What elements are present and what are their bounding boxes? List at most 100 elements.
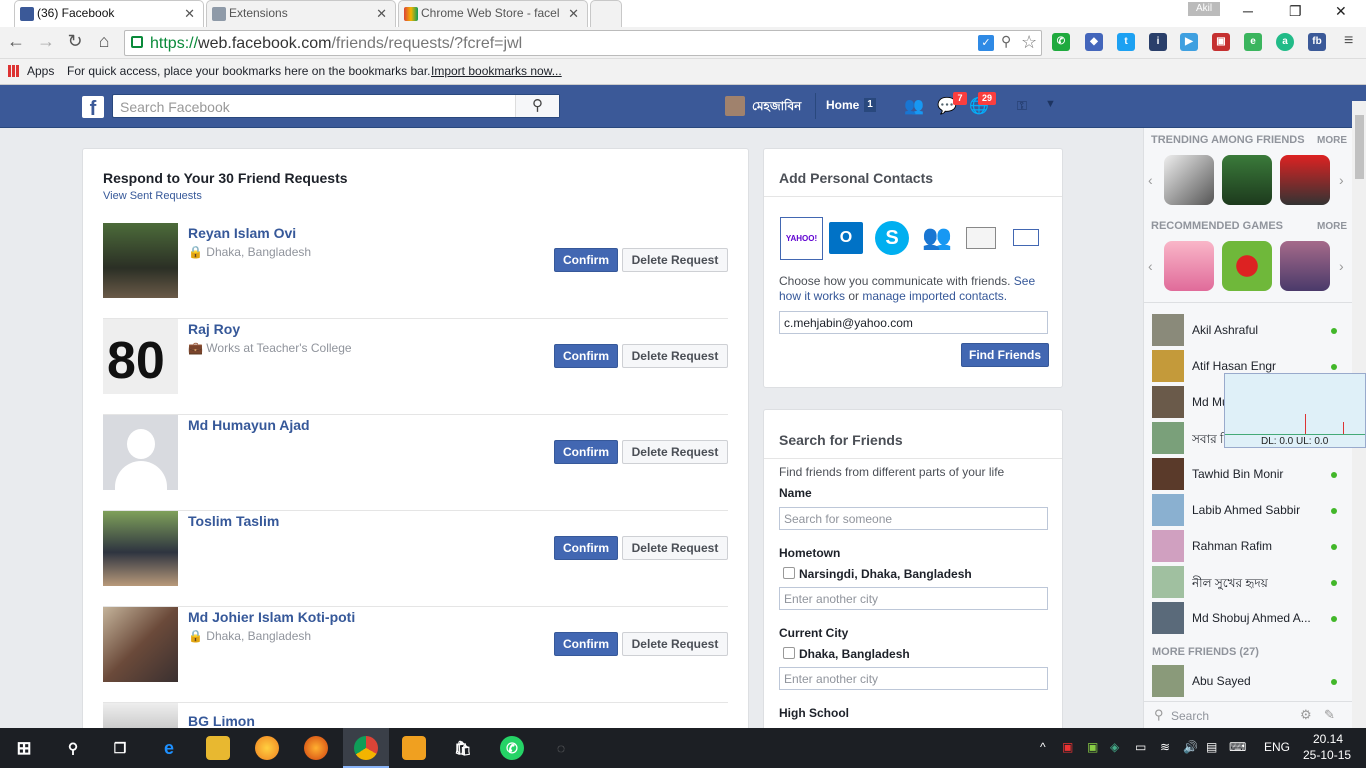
bookmark-star-icon[interactable]: ☆ [1021,32,1037,53]
game-icon[interactable] [1222,155,1272,205]
close-window-icon[interactable]: ✕ [1335,3,1347,20]
contact-card-icon[interactable] [966,227,996,249]
tray-app-icon[interactable]: ◈ [1110,740,1119,754]
friend-requests-icon[interactable]: 👥 [904,96,924,116]
action-center-icon[interactable]: ▤ [1206,740,1217,754]
chat-friend-item[interactable]: Tawhid Bin Monir [1152,456,1352,492]
confirm-button[interactable]: Confirm [554,344,618,368]
delete-request-button[interactable]: Delete Request [622,536,728,560]
requester-name[interactable]: BG Limon [188,713,255,728]
chat-search-bar[interactable]: ⚲ Search ⚙ ✎ [1144,701,1352,728]
home-icon[interactable]: ⌂ [94,31,114,52]
confirm-button[interactable]: Confirm [554,632,618,656]
windows-start-icon[interactable]: ⊞ [12,736,36,760]
search-icon[interactable]: ⚲ [61,736,85,760]
game-icon[interactable] [1222,241,1272,291]
requester-name[interactable]: Reyan Islam Ovi [188,225,296,241]
store-icon[interactable]: 🛍 [451,736,475,760]
new-tab-button[interactable] [590,0,622,27]
name-search-input[interactable]: Search for someone [779,507,1048,530]
clock-date[interactable]: 25-10-15 [1303,748,1351,762]
tray-app-icon[interactable]: ▭ [1135,740,1146,754]
menu-icon[interactable]: ≡ [1344,32,1353,50]
close-tab-icon[interactable]: ✕ [376,6,387,22]
hometown-input[interactable]: Enter another city [779,587,1048,610]
game-icon[interactable] [1164,155,1214,205]
current-city-input[interactable]: Enter another city [779,667,1048,690]
address-bar[interactable]: https://web.facebook.com/friends/request… [124,30,1042,56]
hometown-option[interactable]: Narsingdi, Dhaka, Bangladesh [799,567,972,581]
messenger-icon[interactable]: 👥 [921,222,953,254]
chat-friend-item[interactable]: নীল সুখের হৃদয় [1152,564,1352,600]
app-icon[interactable] [255,736,279,760]
whatsapp-extension-icon[interactable]: ✆ [1052,33,1070,51]
profile-photo[interactable]: 80 [103,319,178,394]
requester-name[interactable]: Md Humayun Ajad [188,417,310,433]
edge-icon[interactable]: e [157,736,181,760]
keyboard-icon[interactable]: ⌨ [1229,740,1246,754]
chat-friend-item[interactable]: Rahman Rafim [1152,528,1352,564]
extension-icon[interactable]: ◆ [1085,33,1103,51]
close-tab-icon[interactable]: ✕ [568,6,579,22]
compose-icon[interactable]: ✎ [1324,707,1335,723]
current-city-checkbox[interactable] [783,647,795,659]
fb-extension-icon[interactable]: fb [1308,33,1326,51]
requester-name[interactable]: Md Johier Islam Koti-poti [188,609,355,625]
task-view-icon[interactable]: ❐ [108,736,132,760]
default-avatar-icon[interactable] [103,415,178,490]
twitter-extension-icon[interactable]: t [1117,33,1135,51]
close-tab-icon[interactable]: ✕ [184,6,195,22]
view-sent-requests-link[interactable]: View Sent Requests [103,190,202,202]
manage-contacts-link[interactable]: manage imported contacts. [862,289,1007,303]
tab-facebook[interactable]: (36) Facebook ✕ [14,0,204,27]
minimize-icon[interactable]: ─ [1243,3,1253,19]
find-friends-button[interactable]: Find Friends [961,343,1049,367]
search-icon[interactable]: ⚲ [515,95,559,117]
chevron-left-icon[interactable]: ‹ [1148,172,1153,188]
chat-search-input[interactable]: Search [1171,709,1209,723]
tray-chevron-icon[interactable]: ^ [1040,740,1046,754]
facebook-logo-icon[interactable]: f [82,96,104,120]
play-extension-icon[interactable]: ▶ [1180,33,1198,51]
extension-icon[interactable]: a [1276,33,1294,51]
forward-icon[interactable]: → [36,31,56,52]
chevron-right-icon[interactable]: › [1339,172,1344,188]
back-icon[interactable]: ← [6,31,26,52]
firefox-icon[interactable] [304,736,328,760]
game-icon[interactable] [1280,241,1330,291]
delete-request-button[interactable]: Delete Request [622,248,728,272]
import-bookmarks-link[interactable]: Import bookmarks now... [431,64,562,78]
whatsapp-icon[interactable]: ✆ [500,736,524,760]
games-more-link[interactable]: MORE [1317,221,1347,232]
app-icon[interactable] [402,736,426,760]
network-meter-widget[interactable]: DL: 0.0 UL: 0.0 [1224,373,1366,448]
email-icon[interactable] [1013,229,1039,246]
tab-extensions[interactable]: Extensions ✕ [206,0,396,27]
trending-more-link[interactable]: MORE [1317,135,1347,146]
tray-app-icon[interactable]: ▣ [1062,740,1073,754]
home-link[interactable]: Home [826,98,859,112]
pin-icon[interactable]: ⚲ [1001,33,1011,50]
chat-friend-item[interactable]: Labib Ahmed Sabbir [1152,492,1352,528]
privacy-shortcuts-icon[interactable]: ⚿ [1017,98,1027,114]
delete-request-button[interactable]: Delete Request [622,632,728,656]
delete-request-button[interactable]: Delete Request [622,344,728,368]
extension-icon[interactable]: i [1149,33,1167,51]
gear-icon[interactable]: ⚙ [1300,707,1312,723]
search-input[interactable]: Search Facebook ⚲ [112,94,560,118]
profile-photo[interactable] [103,511,178,586]
outlook-icon[interactable]: O [829,222,863,254]
tray-app-icon[interactable]: ▣ [1087,740,1098,754]
hometown-checkbox[interactable] [783,567,795,579]
email-field[interactable]: c.mehjabin@yahoo.com [779,311,1048,334]
chat-friend-item[interactable]: Abu Sayed [1152,663,1352,699]
volume-icon[interactable]: 🔊 [1183,740,1198,754]
confirm-button[interactable]: Confirm [554,536,618,560]
checkbox-extension-icon[interactable]: ✓ [978,35,994,51]
current-city-option[interactable]: Dhaka, Bangladesh [799,647,910,661]
chevron-left-icon[interactable]: ‹ [1148,258,1153,274]
requester-name[interactable]: Raj Roy [188,321,240,337]
account-menu-chevron-icon[interactable]: ▼ [1045,98,1056,110]
wifi-icon[interactable]: ≋ [1160,740,1170,754]
tab-chrome-web-store[interactable]: Chrome Web Store - facel ✕ [398,0,588,27]
